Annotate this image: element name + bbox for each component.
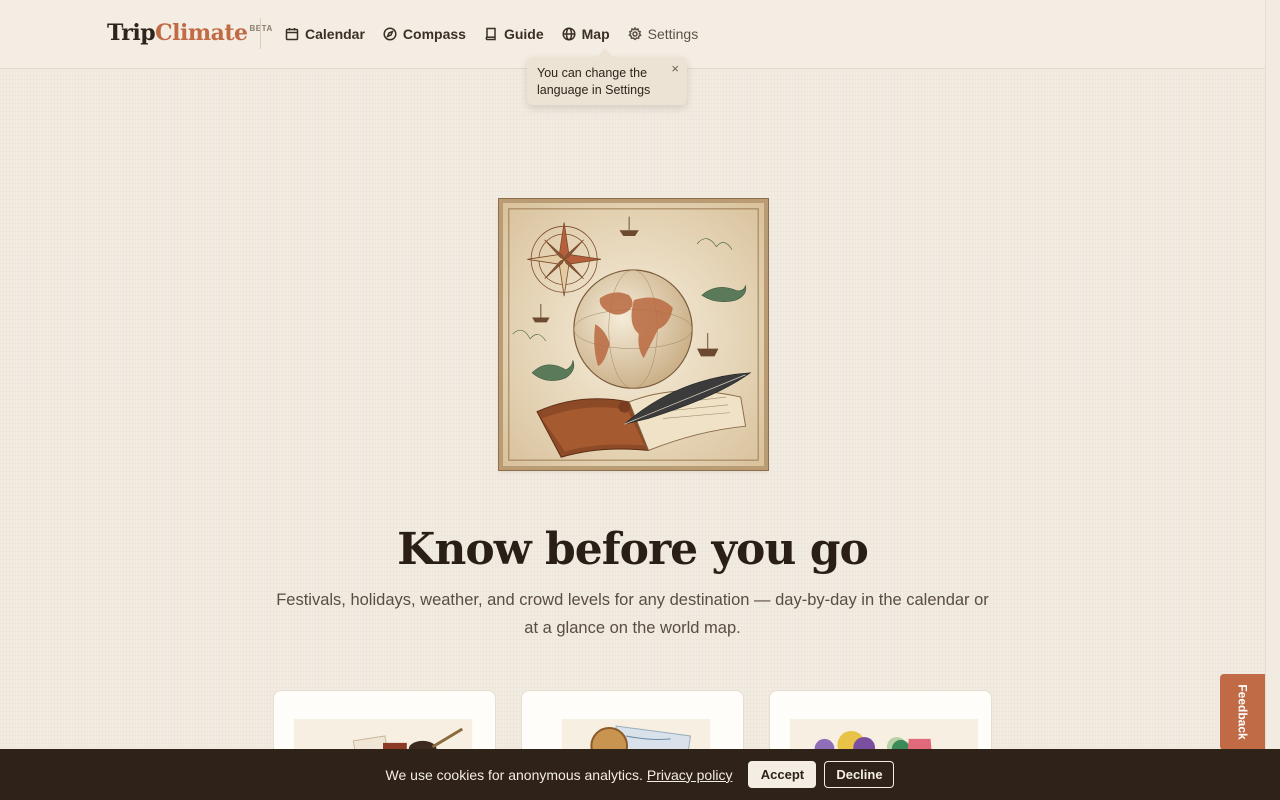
gear-icon [627,27,642,41]
language-tooltip: You can change the language in Settings … [527,57,687,105]
nav-item-map[interactable]: Map [562,24,610,44]
nav-item-calendar[interactable]: Calendar [285,24,365,44]
globe-icon [562,27,576,41]
nav-label-calendar: Calendar [305,26,365,42]
logo-climate-text: Climate [155,20,248,46]
logo-trip-text: Trip [107,20,156,46]
nav-item-guide[interactable]: Guide [484,24,544,44]
privacy-policy-link[interactable]: Privacy policy [647,767,733,783]
feedback-tab[interactable]: Feedback [1220,674,1265,750]
beta-badge: BETA [249,24,273,33]
nav-label-settings: Settings [647,26,699,42]
book-icon [485,27,496,41]
close-icon[interactable]: × [671,60,679,77]
nav-item-settings[interactable]: Settings [627,24,699,44]
tooltip-text: You can change the language in Settings [537,66,651,97]
app-logo[interactable]: Trip Climate BETA [107,20,273,46]
hero-title: Know before you go [397,524,869,575]
cookie-banner: We use cookies for anonymous analytics. … [0,749,1280,800]
hero-illustration [498,198,769,471]
compass-icon [383,27,397,41]
nav-label-map: Map [581,26,610,42]
decline-cookies-button[interactable]: Decline [824,761,895,788]
cookie-message: We use cookies for anonymous analytics. [385,766,643,783]
nav-item-compass[interactable]: Compass [383,24,466,44]
page-scrollbar[interactable] [1265,0,1280,800]
hero-subtitle: Festivals, holidays, weather, and crowd … [276,591,989,637]
vintage-map-illustration [503,203,764,466]
nav-label-guide: Guide [503,26,544,42]
globe-illustration [573,269,693,389]
accept-cookies-button[interactable]: Accept [748,761,817,788]
feedback-label: Feedback [1235,684,1250,740]
calendar-icon [285,28,299,41]
header-divider [260,18,261,49]
main-nav: Calendar Compass Guide Map Settings [285,24,716,44]
nav-label-compass: Compass [402,26,466,42]
